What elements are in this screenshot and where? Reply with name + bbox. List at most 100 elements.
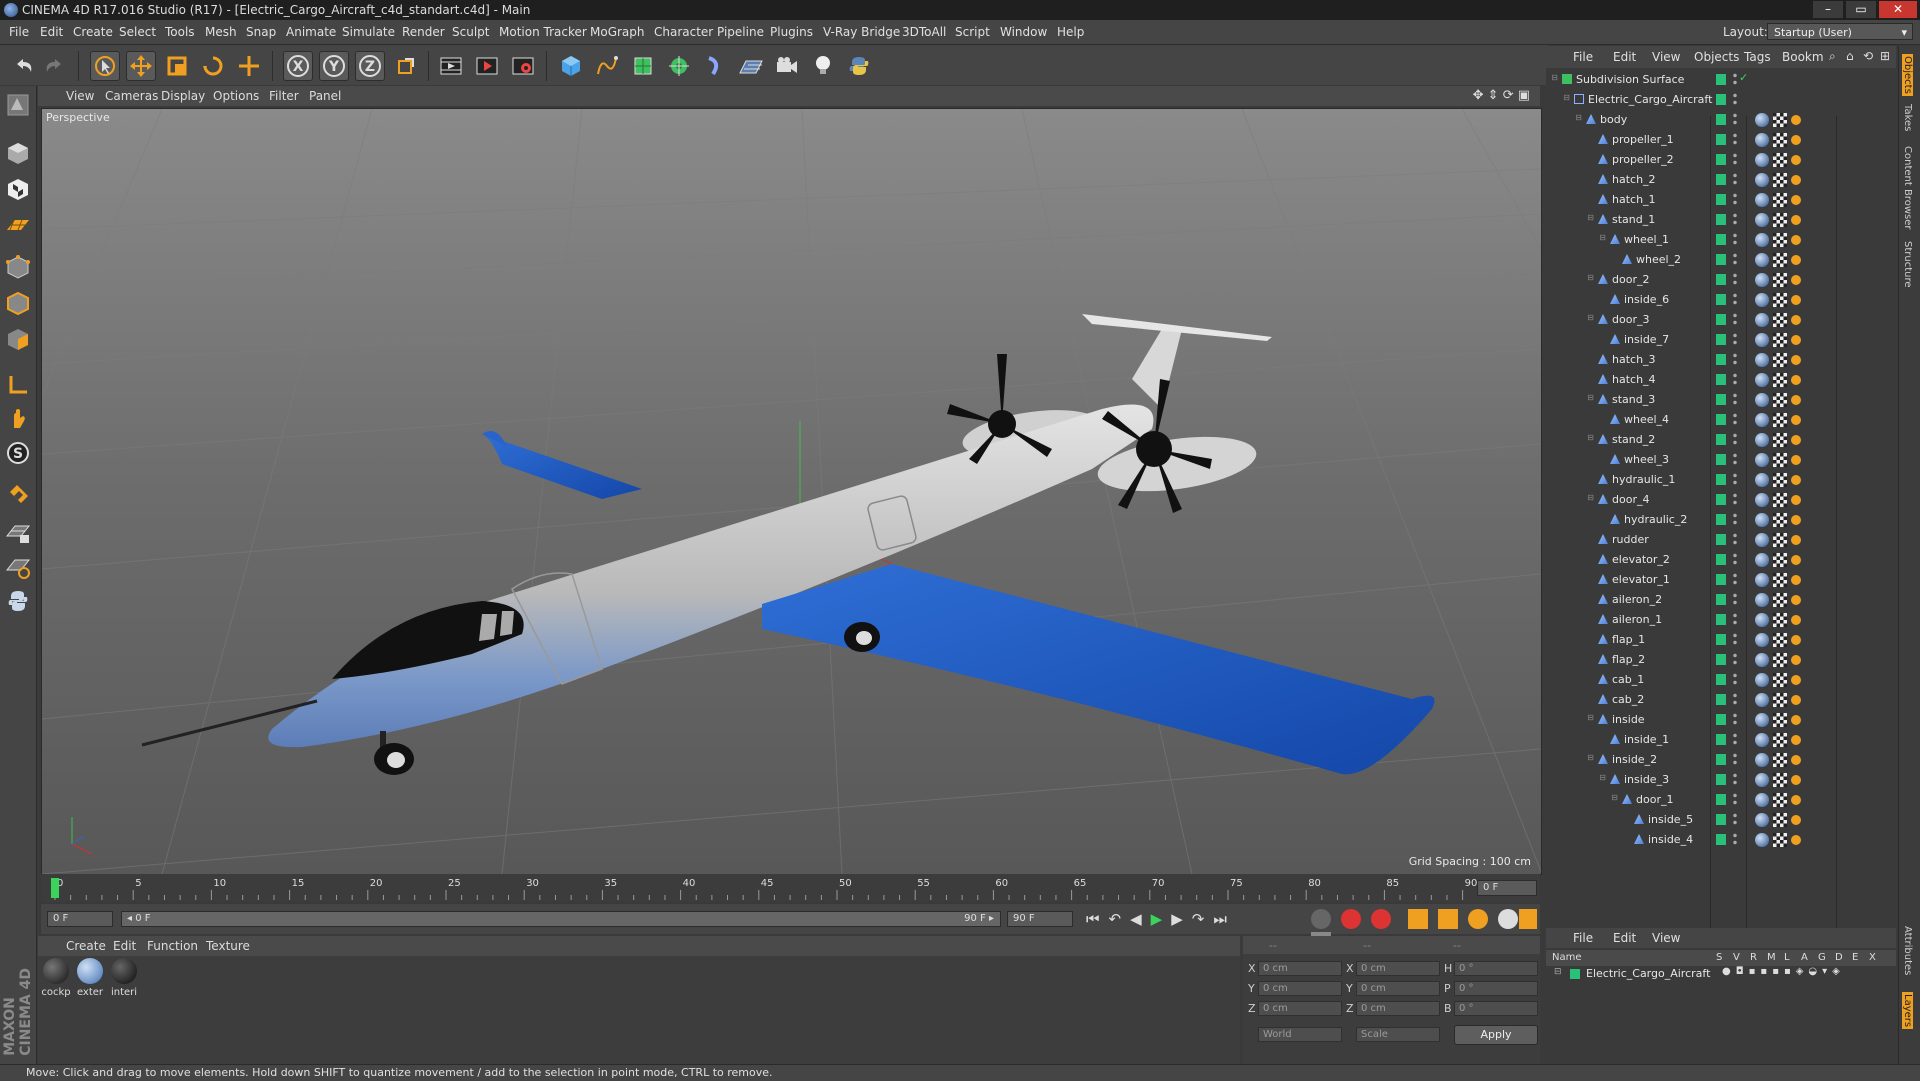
layer-color-icon[interactable] bbox=[1716, 434, 1726, 445]
frame-range-slider[interactable]: ◂ 0 F 90 F ▸ bbox=[121, 911, 1001, 927]
expand-toggle-icon[interactable]: ⊟ bbox=[1586, 493, 1595, 502]
visibility-dots-icon[interactable] bbox=[1733, 672, 1737, 686]
texture-tag-icon[interactable] bbox=[1773, 533, 1787, 547]
coordinate-mode-dropdown[interactable]: World bbox=[1258, 1027, 1342, 1042]
texture-tag-icon[interactable] bbox=[1773, 773, 1787, 787]
object-tags[interactable] bbox=[1753, 352, 1813, 368]
texture-tag-icon[interactable] bbox=[1773, 793, 1787, 807]
size-x-field[interactable]: 0 cm bbox=[1356, 961, 1440, 976]
object-row[interactable]: cab_1 bbox=[1546, 670, 1896, 690]
layer-color-icon[interactable] bbox=[1716, 814, 1726, 825]
menu-pipeline[interactable]: Pipeline bbox=[717, 25, 764, 39]
spline-pen-button[interactable] bbox=[592, 51, 622, 81]
texture-tag-icon[interactable] bbox=[1773, 173, 1787, 187]
object-menu-edit[interactable]: Edit bbox=[1613, 50, 1636, 64]
material-tag-icon[interactable] bbox=[1755, 213, 1769, 227]
phong-tag-icon[interactable] bbox=[1791, 655, 1801, 665]
visibility-dots-icon[interactable] bbox=[1733, 312, 1737, 326]
menu-tools[interactable]: Tools bbox=[165, 25, 195, 39]
visibility-dots-icon[interactable] bbox=[1733, 592, 1737, 606]
texture-tag-icon[interactable] bbox=[1773, 333, 1787, 347]
material-menu-function[interactable]: Function bbox=[147, 939, 198, 953]
phong-tag-icon[interactable] bbox=[1791, 515, 1801, 525]
expand-toggle-icon[interactable]: ⊟ bbox=[1586, 433, 1595, 442]
visibility-dots-icon[interactable] bbox=[1733, 552, 1737, 566]
visibility-dots-icon[interactable] bbox=[1733, 772, 1737, 786]
pos-y-field[interactable]: 0 cm bbox=[1258, 981, 1342, 996]
phong-tag-icon[interactable] bbox=[1791, 315, 1801, 325]
key-param-icon[interactable] bbox=[1497, 909, 1518, 929]
object-row[interactable]: hydraulic_2 bbox=[1546, 510, 1896, 530]
object-row[interactable]: ⊟ door_1 bbox=[1546, 790, 1896, 810]
object-tags[interactable] bbox=[1753, 292, 1813, 308]
timeline-menu-icon[interactable] bbox=[1519, 909, 1537, 929]
object-tags[interactable] bbox=[1753, 192, 1813, 208]
expand-toggle-icon[interactable]: ⊟ bbox=[1586, 753, 1595, 762]
end-frame-field[interactable]: 90 F bbox=[1007, 911, 1073, 927]
material-tag-icon[interactable] bbox=[1755, 573, 1769, 587]
snap-button[interactable]: S bbox=[3, 438, 33, 468]
layout-dropdown[interactable]: Startup (User) ▾ bbox=[1767, 23, 1913, 40]
visibility-dots-icon[interactable] bbox=[1733, 652, 1737, 666]
texture-tag-icon[interactable] bbox=[1773, 353, 1787, 367]
phong-tag-icon[interactable] bbox=[1791, 595, 1801, 605]
visibility-dots-icon[interactable] bbox=[1733, 292, 1737, 306]
material-tag-icon[interactable] bbox=[1755, 393, 1769, 407]
object-row[interactable]: inside_1 bbox=[1546, 730, 1896, 750]
material-tag-icon[interactable] bbox=[1755, 773, 1769, 787]
texture-tag-icon[interactable] bbox=[1773, 413, 1787, 427]
material-tag-icon[interactable] bbox=[1755, 613, 1769, 627]
expand-toggle-icon[interactable]: ⊟ bbox=[1598, 233, 1607, 242]
key-move-icon[interactable] bbox=[1408, 909, 1429, 929]
visibility-dots-icon[interactable] bbox=[1733, 112, 1737, 126]
object-row[interactable]: hatch_2 bbox=[1546, 170, 1896, 190]
autokey-icon[interactable] bbox=[1370, 909, 1391, 929]
layer-color-icon[interactable] bbox=[1716, 554, 1726, 565]
object-tags[interactable] bbox=[1753, 432, 1813, 448]
object-tags[interactable] bbox=[1753, 612, 1813, 628]
material-tag-icon[interactable] bbox=[1755, 353, 1769, 367]
object-tags[interactable] bbox=[1753, 232, 1813, 248]
make-editable-button[interactable] bbox=[3, 90, 33, 120]
menu-sculpt[interactable]: Sculpt bbox=[452, 25, 489, 39]
material-tag-icon[interactable] bbox=[1755, 313, 1769, 327]
visibility-dots-icon[interactable] bbox=[1733, 332, 1737, 346]
scale-tool-button[interactable] bbox=[162, 51, 192, 81]
coordinate-system-button[interactable] bbox=[391, 51, 421, 81]
material-tag-icon[interactable] bbox=[1755, 253, 1769, 267]
texture-tag-icon[interactable] bbox=[1773, 673, 1787, 687]
object-row[interactable]: propeller_2 bbox=[1546, 150, 1896, 170]
object-row[interactable]: ⊟ Electric_Cargo_Aircraft bbox=[1546, 90, 1896, 110]
object-row[interactable]: ⊟ door_2 bbox=[1546, 270, 1896, 290]
object-tags[interactable] bbox=[1753, 272, 1813, 288]
play-icon[interactable]: ▶ bbox=[1151, 910, 1172, 928]
object-tags[interactable] bbox=[1753, 452, 1813, 468]
object-row[interactable]: flap_1 bbox=[1546, 630, 1896, 650]
menu-mograph[interactable]: MoGraph bbox=[590, 25, 645, 39]
layer-color-icon[interactable] bbox=[1716, 174, 1726, 185]
menu-motion-tracker[interactable]: Motion Tracker bbox=[499, 25, 587, 39]
phong-tag-icon[interactable] bbox=[1791, 395, 1801, 405]
material-tag-icon[interactable] bbox=[1755, 513, 1769, 527]
layer-color-icon[interactable] bbox=[1716, 194, 1726, 205]
object-tags[interactable] bbox=[1753, 212, 1813, 228]
visibility-dots-icon[interactable] bbox=[1733, 452, 1737, 466]
viewport-menu-view[interactable]: View bbox=[66, 89, 94, 103]
phong-tag-icon[interactable] bbox=[1791, 335, 1801, 345]
material-tag-icon[interactable] bbox=[1755, 453, 1769, 467]
object-row[interactable]: hatch_4 bbox=[1546, 370, 1896, 390]
last-tool-button[interactable] bbox=[234, 51, 264, 81]
subdivision-surface-button[interactable] bbox=[628, 51, 658, 81]
menu-script[interactable]: Script bbox=[955, 25, 990, 39]
visibility-dots-icon[interactable] bbox=[1733, 392, 1737, 406]
y-axis-lock-button[interactable]: Y bbox=[319, 51, 349, 81]
cube-primitive-button[interactable] bbox=[556, 51, 586, 81]
phong-tag-icon[interactable] bbox=[1791, 195, 1801, 205]
layer-color-icon[interactable] bbox=[1716, 74, 1726, 85]
menu-plugins[interactable]: Plugins bbox=[770, 25, 813, 39]
texture-tag-icon[interactable] bbox=[1773, 553, 1787, 567]
texture-tag-icon[interactable] bbox=[1773, 753, 1787, 767]
texture-tag-icon[interactable] bbox=[1773, 433, 1787, 447]
object-row[interactable]: ⊟ stand_2 bbox=[1546, 430, 1896, 450]
material-tag-icon[interactable] bbox=[1755, 633, 1769, 647]
